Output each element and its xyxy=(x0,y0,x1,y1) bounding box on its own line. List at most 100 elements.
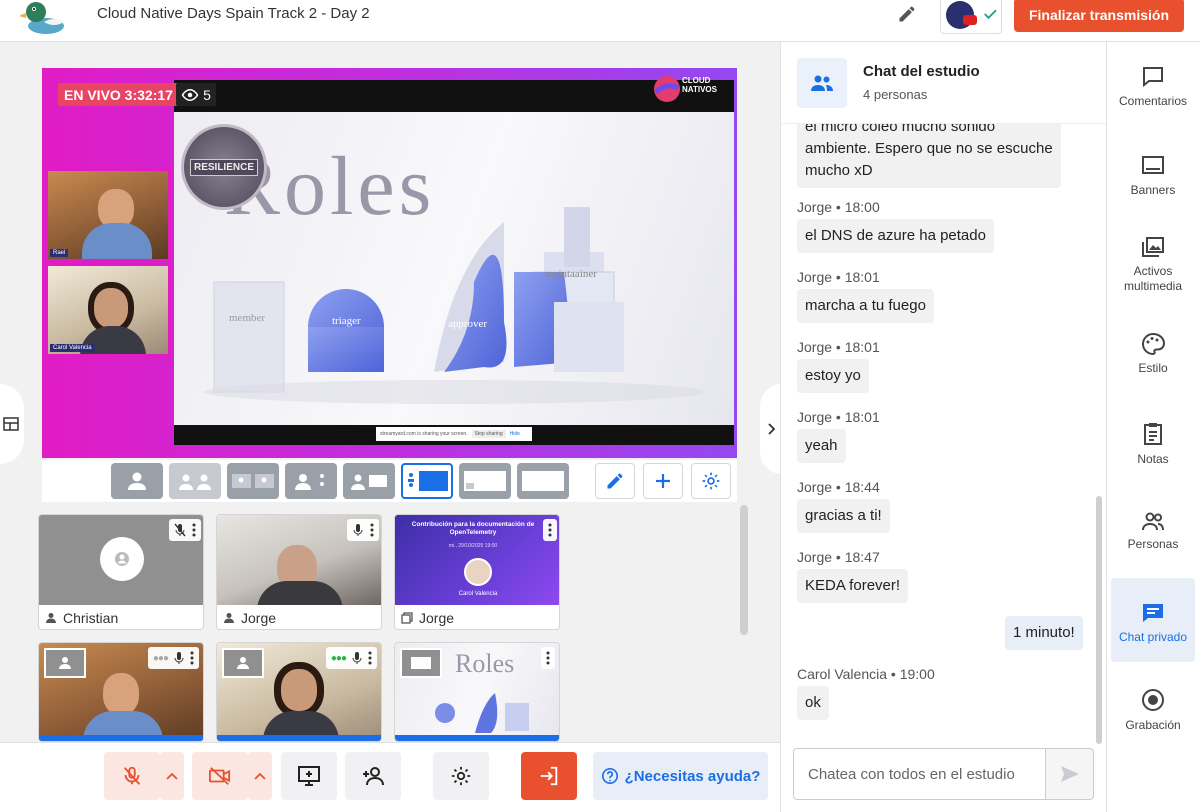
slide-role-approver: approver xyxy=(448,318,488,330)
participant-name: Jorge xyxy=(419,610,455,626)
camera-off-button[interactable] xyxy=(192,752,248,800)
nav-notes[interactable]: Notas xyxy=(1111,398,1195,482)
tile-footer: Christian xyxy=(39,605,203,629)
chat-separator: • xyxy=(835,199,841,215)
participant-tile-christian[interactable]: Christian xyxy=(38,514,204,630)
collapse-chat-toggle[interactable] xyxy=(760,384,782,474)
send-message-button[interactable] xyxy=(1045,748,1094,800)
chat-participant-count: 4 personas xyxy=(863,87,928,102)
nav-style[interactable]: Estilo xyxy=(1111,309,1195,393)
nav-private-chat[interactable]: Chat privado xyxy=(1111,578,1195,662)
add-layout-button[interactable] xyxy=(643,463,683,499)
camera-off-icon xyxy=(209,767,231,785)
hide-share-link[interactable]: Hide xyxy=(510,431,520,437)
layout-fullscreen-button[interactable] xyxy=(517,463,569,499)
person-silhouette xyxy=(281,669,317,711)
chevron-right-icon xyxy=(768,423,776,435)
chat-author: Jorge xyxy=(797,549,833,565)
nav-comments[interactable]: Comentarios xyxy=(1111,42,1195,126)
on-stage-indicator[interactable] xyxy=(400,648,442,678)
nav-people[interactable]: Personas xyxy=(1111,487,1195,571)
audio-level-icon: ●●● xyxy=(152,652,169,664)
chat-time: 18:01 xyxy=(844,409,880,425)
question-icon xyxy=(601,767,618,785)
tile-footer: Jorge xyxy=(395,605,559,629)
edit-title-pencil-icon[interactable] xyxy=(893,0,921,28)
participant-tile-jorge-screen[interactable]: Contribución para la documentación de Op… xyxy=(394,514,560,630)
chat-separator: • xyxy=(890,666,896,682)
person-icon xyxy=(46,613,56,623)
share-screen-button[interactable] xyxy=(281,752,337,800)
layout-thin-button[interactable] xyxy=(343,463,395,499)
chat-separator: • xyxy=(835,409,841,425)
chat-scrollbar[interactable] xyxy=(1096,496,1102,744)
layout-solo-button[interactable] xyxy=(111,463,163,499)
stage-camera-carol[interactable]: Carol Valencia xyxy=(45,263,171,357)
camera-options-button[interactable] xyxy=(248,752,272,800)
more-options-icon[interactable] xyxy=(370,523,374,537)
settings-button[interactable] xyxy=(433,752,489,800)
layout-panel-toggle[interactable] xyxy=(0,384,24,464)
banner-icon xyxy=(1142,156,1164,174)
nav-media-assets[interactable]: Activos multimedia xyxy=(1111,220,1195,304)
layout-leader-button[interactable] xyxy=(285,463,337,499)
chat-message-line: el micro coleo mucho sonido xyxy=(805,124,996,135)
more-options-icon[interactable] xyxy=(548,523,552,537)
leader-layout-icon xyxy=(295,474,324,490)
nav-recording[interactable]: Grabación xyxy=(1111,664,1195,748)
person-shirt xyxy=(80,326,146,354)
on-stage-indicator[interactable] xyxy=(222,648,264,678)
stage-camera-rael[interactable]: Rael xyxy=(45,168,171,262)
participant-tile-rael-onstage[interactable]: ●●● xyxy=(38,642,204,742)
duck-logo-icon[interactable] xyxy=(20,0,68,36)
person-silhouette xyxy=(94,288,128,328)
more-options-icon[interactable] xyxy=(190,651,194,665)
chat-message-bubble: KEDA forever! xyxy=(797,569,909,603)
participants-scrollbar[interactable] xyxy=(740,505,748,635)
mic-muted-icon[interactable] xyxy=(174,523,186,537)
mic-icon[interactable] xyxy=(173,651,185,665)
people-icon xyxy=(1142,512,1164,531)
participant-tile-jorge[interactable]: Jorge xyxy=(216,514,382,630)
end-broadcast-button[interactable]: Finalizar transmisión xyxy=(1014,0,1184,32)
layout-group-button[interactable] xyxy=(227,463,279,499)
participant-tile-carol-onstage[interactable]: ●●● xyxy=(216,642,382,742)
on-stage-bar xyxy=(217,735,381,741)
more-options-icon[interactable] xyxy=(192,523,196,537)
chevron-up-icon xyxy=(166,772,178,780)
chat-title: Chat del estudio xyxy=(863,63,980,80)
leave-studio-button[interactable] xyxy=(521,752,577,800)
participant-tile-screen-onstage[interactable]: Roles xyxy=(394,642,560,742)
participant-name: Christian xyxy=(63,610,119,626)
mute-mic-button[interactable] xyxy=(104,752,160,800)
person-shirt xyxy=(257,581,343,605)
destination-selector[interactable] xyxy=(940,0,1002,34)
more-options-icon[interactable] xyxy=(546,651,550,665)
chat-input[interactable]: Chatea con todos en el estudio xyxy=(793,748,1045,800)
chat-message-meta: Jorge • 18:00 xyxy=(797,199,880,215)
on-stage-indicator[interactable] xyxy=(44,648,86,678)
nav-banners[interactable]: Banners xyxy=(1111,131,1195,215)
edit-layout-button[interactable] xyxy=(595,463,635,499)
help-button[interactable]: ¿Necesitas ayuda? xyxy=(593,752,768,800)
chat-separator: • xyxy=(835,269,841,285)
exit-icon xyxy=(540,766,558,786)
viewer-count: 5 xyxy=(203,86,211,103)
layout-pip-button[interactable] xyxy=(459,463,511,499)
stop-sharing-button[interactable]: Stop sharing xyxy=(471,430,506,438)
mic-options-button[interactable] xyxy=(160,752,184,800)
layout-sidebar-button[interactable] xyxy=(401,463,453,499)
more-options-icon[interactable] xyxy=(368,651,372,665)
nav-label: Banners xyxy=(1130,183,1176,197)
layout-cropped-button[interactable] xyxy=(169,463,221,499)
slide-role-member: member xyxy=(229,312,266,324)
mic-icon[interactable] xyxy=(352,523,364,537)
invite-guest-button[interactable] xyxy=(345,752,401,800)
mic-icon[interactable] xyxy=(351,651,363,665)
own-chat-message-bubble: 1 minuto! xyxy=(1005,616,1083,650)
tile-tools xyxy=(169,519,201,541)
chat-author: Jorge xyxy=(797,339,833,355)
slide-thumbnail-shapes xyxy=(435,693,529,733)
tile-media xyxy=(217,515,381,605)
layout-settings-button[interactable] xyxy=(691,463,731,499)
